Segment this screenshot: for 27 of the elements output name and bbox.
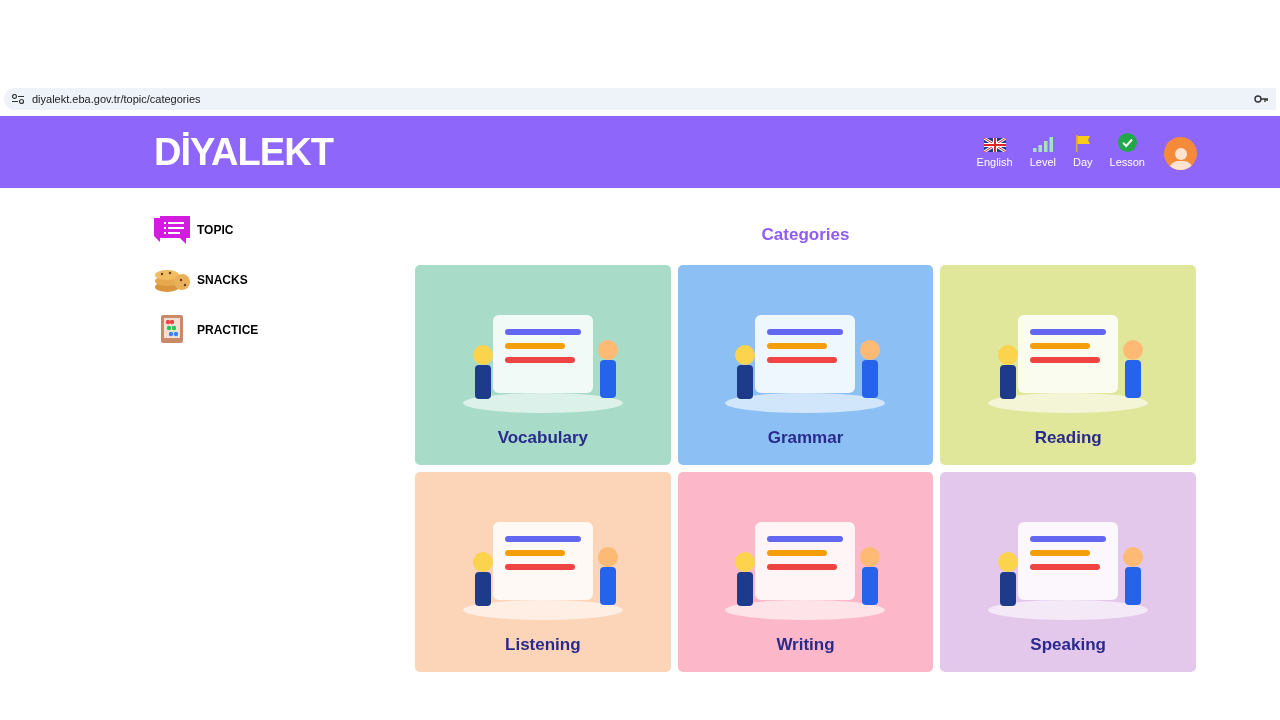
signal-bars-icon bbox=[1032, 137, 1053, 153]
cookies-icon bbox=[154, 267, 190, 293]
sidebar-item[interactable]: SNACKS bbox=[154, 264, 260, 296]
page-title: Categories bbox=[760, 224, 851, 246]
category-card[interactable]: Listening bbox=[415, 471, 671, 672]
stat-item[interactable]: Lesson bbox=[1109, 133, 1145, 171]
sidebar-item[interactable]: TOPIC bbox=[154, 214, 260, 246]
flag-icon bbox=[1074, 135, 1091, 153]
sidebar-item[interactable]: PRACTICE bbox=[154, 314, 260, 346]
logo[interactable]: DİYALEKT bbox=[154, 133, 977, 171]
address-bar[interactable]: diyalekt.eba.gov.tr/topic/categories bbox=[4, 88, 1276, 110]
category-card[interactable]: Reading bbox=[940, 264, 1196, 465]
flag-icon bbox=[983, 138, 1006, 153]
chat-list-icon bbox=[154, 216, 190, 244]
category-card[interactable]: Writing bbox=[677, 471, 934, 672]
url-text: diyalekt.eba.gov.tr/topic/categories bbox=[32, 91, 202, 107]
site-settings-icon[interactable] bbox=[12, 94, 24, 104]
avatar-icon[interactable] bbox=[1164, 136, 1197, 170]
key-icon[interactable] bbox=[1254, 95, 1268, 103]
category-card[interactable]: Grammar bbox=[677, 264, 934, 465]
stat-item[interactable]: Level bbox=[1029, 133, 1056, 171]
abacus-icon bbox=[160, 315, 184, 345]
category-card[interactable]: Vocabulary bbox=[415, 264, 671, 465]
stat-item[interactable]: English bbox=[976, 133, 1013, 171]
check-circle-icon bbox=[1117, 133, 1137, 153]
category-card[interactable]: Speaking bbox=[940, 471, 1196, 672]
stat-item[interactable]: Day bbox=[1072, 133, 1093, 171]
